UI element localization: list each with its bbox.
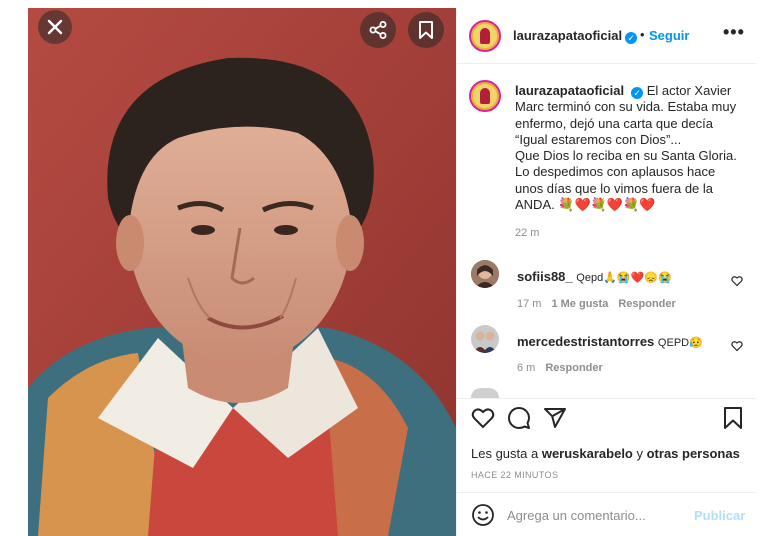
verified-badge-icon: ✓ <box>625 32 638 44</box>
publish-button[interactable]: Publicar <box>694 508 745 523</box>
instagram-post-modal: laurazapataoficial ✓ • Seguir ••• lauraza… <box>0 0 776 536</box>
heart-icon[interactable] <box>471 406 495 430</box>
caption-text: ANDA. 💐❤️💐❤️💐❤️ <box>515 197 656 213</box>
comment-time[interactable]: 6 m <box>517 362 535 374</box>
comment-username[interactable]: mercedestristantorres <box>517 334 654 349</box>
header-username[interactable]: laurazapataoficial <box>513 28 622 43</box>
reply-button[interactable]: Responder <box>545 362 602 374</box>
header-username-row: laurazapataoficial ✓ <box>513 28 638 44</box>
comment-body: Qepd🙏😭❤️😞😭 <box>576 272 672 284</box>
avatar[interactable] <box>469 20 501 52</box>
share-button[interactable] <box>360 12 396 48</box>
share-icon <box>369 21 387 39</box>
comment-body: QEPD😥 <box>657 337 703 349</box>
post-details-panel: laurazapataoficial ✓ • Seguir ••• lauraza… <box>456 8 757 536</box>
post-header: laurazapataoficial ✓ • Seguir ••• <box>457 8 757 64</box>
comment-meta: 6 m Responder <box>517 362 613 374</box>
verified-badge-icon: ✓ <box>631 87 644 99</box>
comment-heart-icon[interactable] <box>731 340 743 352</box>
close-button[interactable] <box>38 10 72 44</box>
likes-summary: Les gusta a weruskarabelo y otras person… <box>471 446 740 461</box>
next-comment-avatar-peek <box>471 388 499 398</box>
caption-avatar[interactable] <box>469 80 501 112</box>
post-timestamp[interactable]: HACE 22 MINUTOS <box>471 470 558 480</box>
comment-avatar[interactable] <box>471 325 499 353</box>
modal-backdrop-edge <box>756 0 776 536</box>
header-separator: • <box>640 27 645 42</box>
add-comment-bar: Publicar <box>457 500 757 536</box>
bookmark-icon[interactable] <box>721 406 745 430</box>
avatar-figure <box>480 88 490 104</box>
emoji-icon[interactable] <box>471 503 495 527</box>
follow-button[interactable]: Seguir <box>649 28 689 43</box>
comment-icon[interactable] <box>507 406 531 430</box>
caption-timestamp[interactable]: 22 m <box>515 227 539 239</box>
modal-backdrop-edge <box>0 0 28 536</box>
caption-text: unos días que lo vimos fuera de la <box>515 180 714 196</box>
send-icon[interactable] <box>543 406 567 430</box>
reply-button[interactable]: Responder <box>618 298 675 310</box>
caption-text: Lo despedimos con aplausos hace <box>515 164 716 180</box>
avatar-photo <box>471 325 499 353</box>
caption-text: enfermo, dejó una carta que decía <box>515 115 714 131</box>
caption-text: Marc terminó con su vida. Estaba muy <box>515 99 737 115</box>
comment-username[interactable]: sofiis88_ <box>517 269 573 284</box>
comment-heart-icon[interactable] <box>731 275 743 287</box>
post-actions-bar <box>457 406 757 434</box>
comment-text-row: mercedestristantorres QEPD😥 <box>517 334 703 349</box>
bookmark-icon <box>419 21 433 39</box>
avatar-figure <box>480 28 490 44</box>
save-button[interactable] <box>408 12 444 48</box>
close-icon <box>47 19 63 35</box>
caption-text: Que Dios lo reciba en su Santa Gloria. <box>515 148 737 164</box>
comment-likes[interactable]: 1 Me gusta <box>551 298 608 310</box>
more-options-button[interactable]: ••• <box>723 22 745 43</box>
section-divider <box>457 492 757 493</box>
post-caption: laurazapataoficial ✓ El actor Xavier Marc… <box>515 83 749 213</box>
portrait-illustration <box>28 8 456 536</box>
comment-avatar[interactable] <box>471 260 499 288</box>
likes-prefix: Les gusta a <box>471 446 542 461</box>
post-photo[interactable] <box>28 8 456 536</box>
caption-username[interactable]: laurazapataoficial <box>515 83 624 98</box>
caption-text: “Igual estaremos con Dios”... <box>515 131 682 147</box>
comment-meta: 17 m 1 Me gusta Responder <box>517 298 686 310</box>
comment-text-row: sofiis88_ Qepd🙏😭❤️😞😭 <box>517 269 672 284</box>
section-divider <box>457 398 757 399</box>
comment-input[interactable] <box>507 504 687 526</box>
likes-middle: y <box>632 446 647 461</box>
caption-text: El actor Xavier <box>646 83 732 98</box>
likes-username[interactable]: weruskarabelo <box>542 446 633 461</box>
caption-first-line: laurazapataoficial ✓ El actor Xavier <box>515 83 749 99</box>
likes-others-link[interactable]: otras personas <box>647 446 740 461</box>
comment-time[interactable]: 17 m <box>517 298 541 310</box>
avatar-photo <box>471 260 499 288</box>
